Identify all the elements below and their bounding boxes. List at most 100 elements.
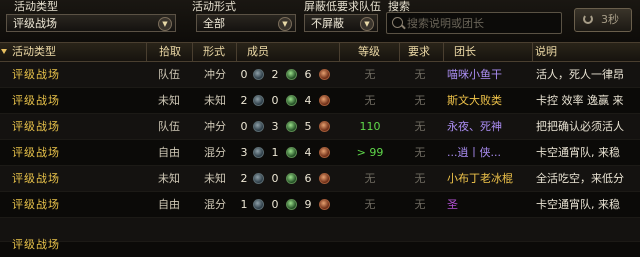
description: 活人，死人一律昂 [536, 68, 624, 81]
description: 卡控 效率 逸赢 来 [536, 94, 624, 107]
tank-role-icon [253, 199, 264, 210]
sort-arrow-icon [1, 49, 7, 54]
tank-count: 1 [240, 198, 248, 211]
member-counts: 2 0 6 [237, 166, 340, 191]
activity-type-label: 活动类型 [14, 0, 58, 13]
col-label: 拾取 [159, 45, 181, 58]
activity-type: 评级战场 [12, 94, 60, 107]
loot-method: 自由 [158, 198, 180, 211]
shield-low-label: 屏蔽低要求队伍 [304, 0, 381, 13]
table-row[interactable]: 评级战场 未知 未知 2 0 6 无 无 小布丁老冰棍 全活吃空，来低分 [0, 166, 640, 192]
table-row[interactable]: 评级战场 队伍 冲分 0 2 6 无 无 喵咪小鱼干 活人，死人一律昂 [0, 62, 640, 88]
chevron-down-icon: ▼ [158, 17, 172, 31]
table-row[interactable]: 评级战场 未知 未知 2 0 4 无 无 斯文大败类 卡控 效率 逸赢 来 [0, 88, 640, 114]
col-level[interactable]: 等级 [340, 43, 400, 61]
activity-form: 未知 [204, 94, 226, 107]
member-counts: 0 3 5 [237, 114, 340, 139]
col-pick[interactable]: 拾取 [147, 43, 193, 61]
activity-type-dropdown[interactable]: 评级战场 ▼ [6, 14, 176, 32]
chevron-down-icon: ▼ [278, 17, 292, 31]
level-requirement: > 99 [356, 146, 384, 159]
shield-low-dropdown[interactable]: 不屏蔽 ▼ [304, 14, 378, 32]
refresh-button[interactable]: 3秒 [574, 8, 632, 32]
loot-method: 队伍 [158, 68, 180, 81]
activity-form-label: 活动形式 [192, 0, 236, 13]
description: 把把确认必须活人 [536, 120, 624, 133]
col-label: 团长 [454, 45, 476, 58]
healer-count: 2 [271, 68, 279, 81]
item-requirement: 无 [414, 172, 426, 185]
dps-count: 5 [304, 120, 312, 133]
col-form[interactable]: 形式 [193, 43, 237, 61]
chevron-down-icon: ▼ [360, 17, 374, 31]
activity-form: 冲分 [204, 68, 226, 81]
item-requirement: 无 [414, 94, 426, 107]
loot-method: 队伍 [158, 120, 180, 133]
activity-form: 混分 [204, 146, 226, 159]
healer-count: 0 [271, 198, 279, 211]
col-label: 要求 [408, 45, 430, 58]
table-row[interactable]: 评级战场 [0, 218, 640, 251]
col-label: 形式 [203, 45, 225, 58]
col-requirement[interactable]: 要求 [400, 43, 444, 61]
healer-role-icon [286, 121, 297, 132]
dps-count: 4 [304, 94, 312, 107]
col-members[interactable]: 成员 [237, 43, 340, 61]
tank-count: 0 [240, 120, 248, 133]
item-requirement: 无 [414, 68, 426, 81]
col-label: 等级 [358, 45, 380, 58]
level-requirement: 110 [359, 120, 381, 133]
leader-name: 斯文大败类 [447, 94, 502, 107]
activity-form: 冲分 [204, 120, 226, 133]
description: 卡空通宵队, 来稳 [536, 146, 620, 159]
col-description[interactable]: 说明 [533, 43, 640, 61]
search-input[interactable] [407, 15, 557, 31]
leader-name: 小布丁老冰棍 [447, 172, 513, 185]
activity-form: 未知 [204, 172, 226, 185]
healer-count: 3 [271, 120, 279, 133]
dps-count: 9 [304, 198, 312, 211]
tank-count: 2 [240, 172, 248, 185]
tank-count: 3 [240, 146, 248, 159]
level-requirement: 无 [364, 68, 376, 81]
activity-type: 评级战场 [12, 146, 60, 159]
col-label: 说明 [535, 45, 557, 58]
loot-method: 未知 [158, 94, 180, 107]
col-activity-type[interactable]: 活动类型 [0, 43, 147, 61]
activity-type-value: 评级战场 [13, 17, 57, 30]
leader-name: ...逍丨侠... [447, 146, 501, 159]
dps-role-icon [319, 69, 330, 80]
healer-role-icon [286, 147, 297, 158]
activity-type: 评级战场 [12, 172, 60, 185]
col-leader[interactable]: 团长 [444, 43, 533, 61]
tank-role-icon [253, 95, 264, 106]
activity-type: 评级战场 [12, 68, 60, 81]
table-row[interactable]: 评级战场 自由 混分 3 1 4 > 99 无 ...逍丨侠... 卡空通宵队,… [0, 140, 640, 166]
leader-name: 永夜、死神 [447, 120, 502, 133]
item-requirement: 无 [414, 120, 426, 133]
activity-type: 评级战场 [12, 238, 60, 251]
level-requirement: 无 [364, 172, 376, 185]
refresh-icon [583, 14, 593, 24]
loot-method: 未知 [158, 172, 180, 185]
item-requirement: 无 [414, 198, 426, 211]
tank-role-icon [253, 69, 264, 80]
col-label: 活动类型 [12, 45, 56, 58]
description: 全活吃空，来低分 [536, 172, 624, 185]
loot-method: 自由 [158, 146, 180, 159]
table-row[interactable]: 评级战场 自由 混分 1 0 9 无 无 圣 卡空通宵队, 来稳 [0, 192, 640, 218]
item-requirement: 无 [414, 146, 426, 159]
activity-form-value: 全部 [203, 17, 225, 30]
leader-name: 圣 [447, 198, 458, 211]
activity-type: 评级战场 [12, 120, 60, 133]
table-row[interactable]: 评级战场 队伍 冲分 0 3 5 110 无 永夜、死神 把把确认必须活人 [0, 114, 640, 140]
dps-role-icon [319, 199, 330, 210]
refresh-countdown: 3秒 [601, 13, 619, 26]
tank-count: 2 [240, 94, 248, 107]
activity-form-dropdown[interactable]: 全部 ▼ [196, 14, 296, 32]
table-header: 活动类型 拾取 形式 成员 等级 要求 团长 说明 [0, 42, 640, 62]
healer-role-icon [286, 173, 297, 184]
filter-bar: 活动类型 评级战场 ▼ 活动形式 全部 ▼ 屏蔽低要求队伍 不屏蔽 ▼ 搜索 3… [0, 0, 640, 42]
activity-type: 评级战场 [12, 198, 60, 211]
search-icon [392, 17, 403, 28]
